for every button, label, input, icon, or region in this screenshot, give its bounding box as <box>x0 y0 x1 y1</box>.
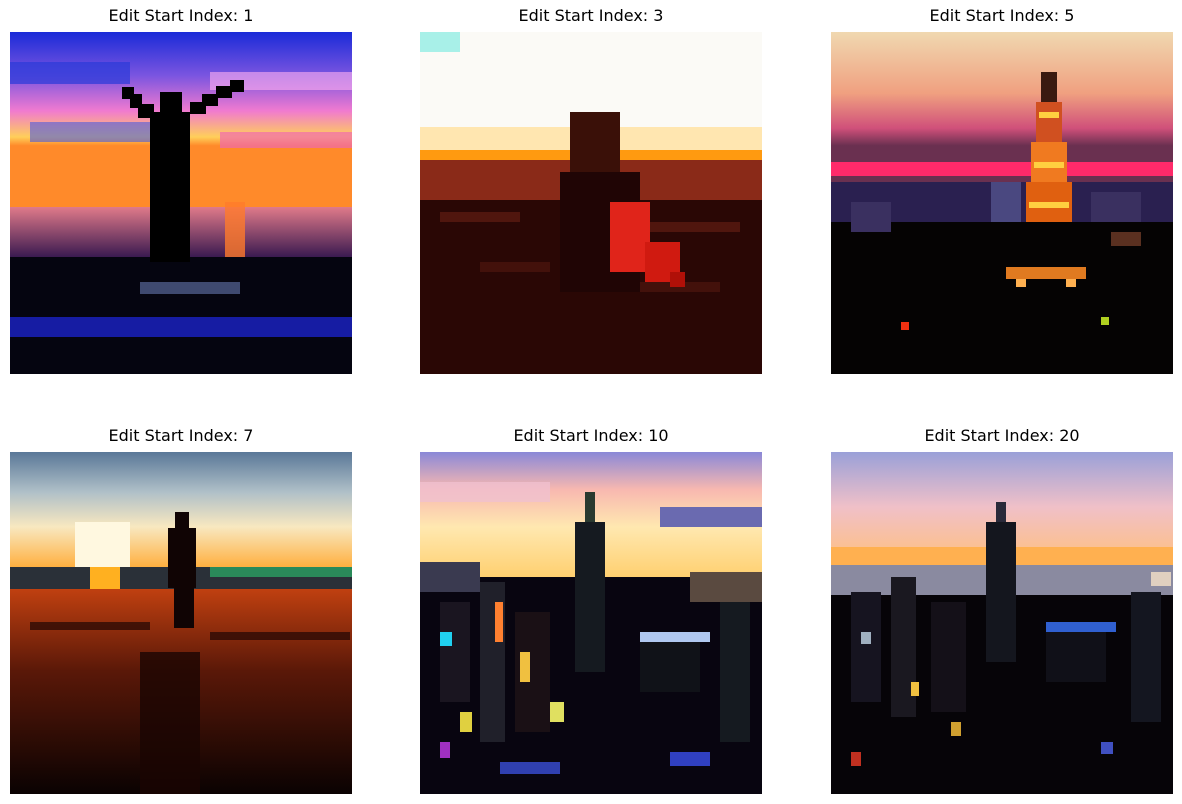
panel-title: Edit Start Index: 7 <box>108 426 254 445</box>
panel-title: Edit Start Index: 1 <box>108 6 254 25</box>
panel-title: Edit Start Index: 10 <box>513 426 669 445</box>
woman-field-sunset-image <box>420 32 762 374</box>
beach-silhouette-shadows-image <box>10 452 352 794</box>
panel-title: Edit Start Index: 3 <box>518 6 664 25</box>
panel-title: Edit Start Index: 5 <box>929 6 1075 25</box>
new-york-skyline-sunset-image <box>420 452 762 794</box>
panel-title: Edit Start Index: 20 <box>924 426 1080 445</box>
new-york-skyline-dusk-image <box>831 452 1173 794</box>
eiffel-tower-dusk-image <box>831 32 1173 374</box>
sunset-silhouette-raised-arms-image <box>10 32 352 374</box>
